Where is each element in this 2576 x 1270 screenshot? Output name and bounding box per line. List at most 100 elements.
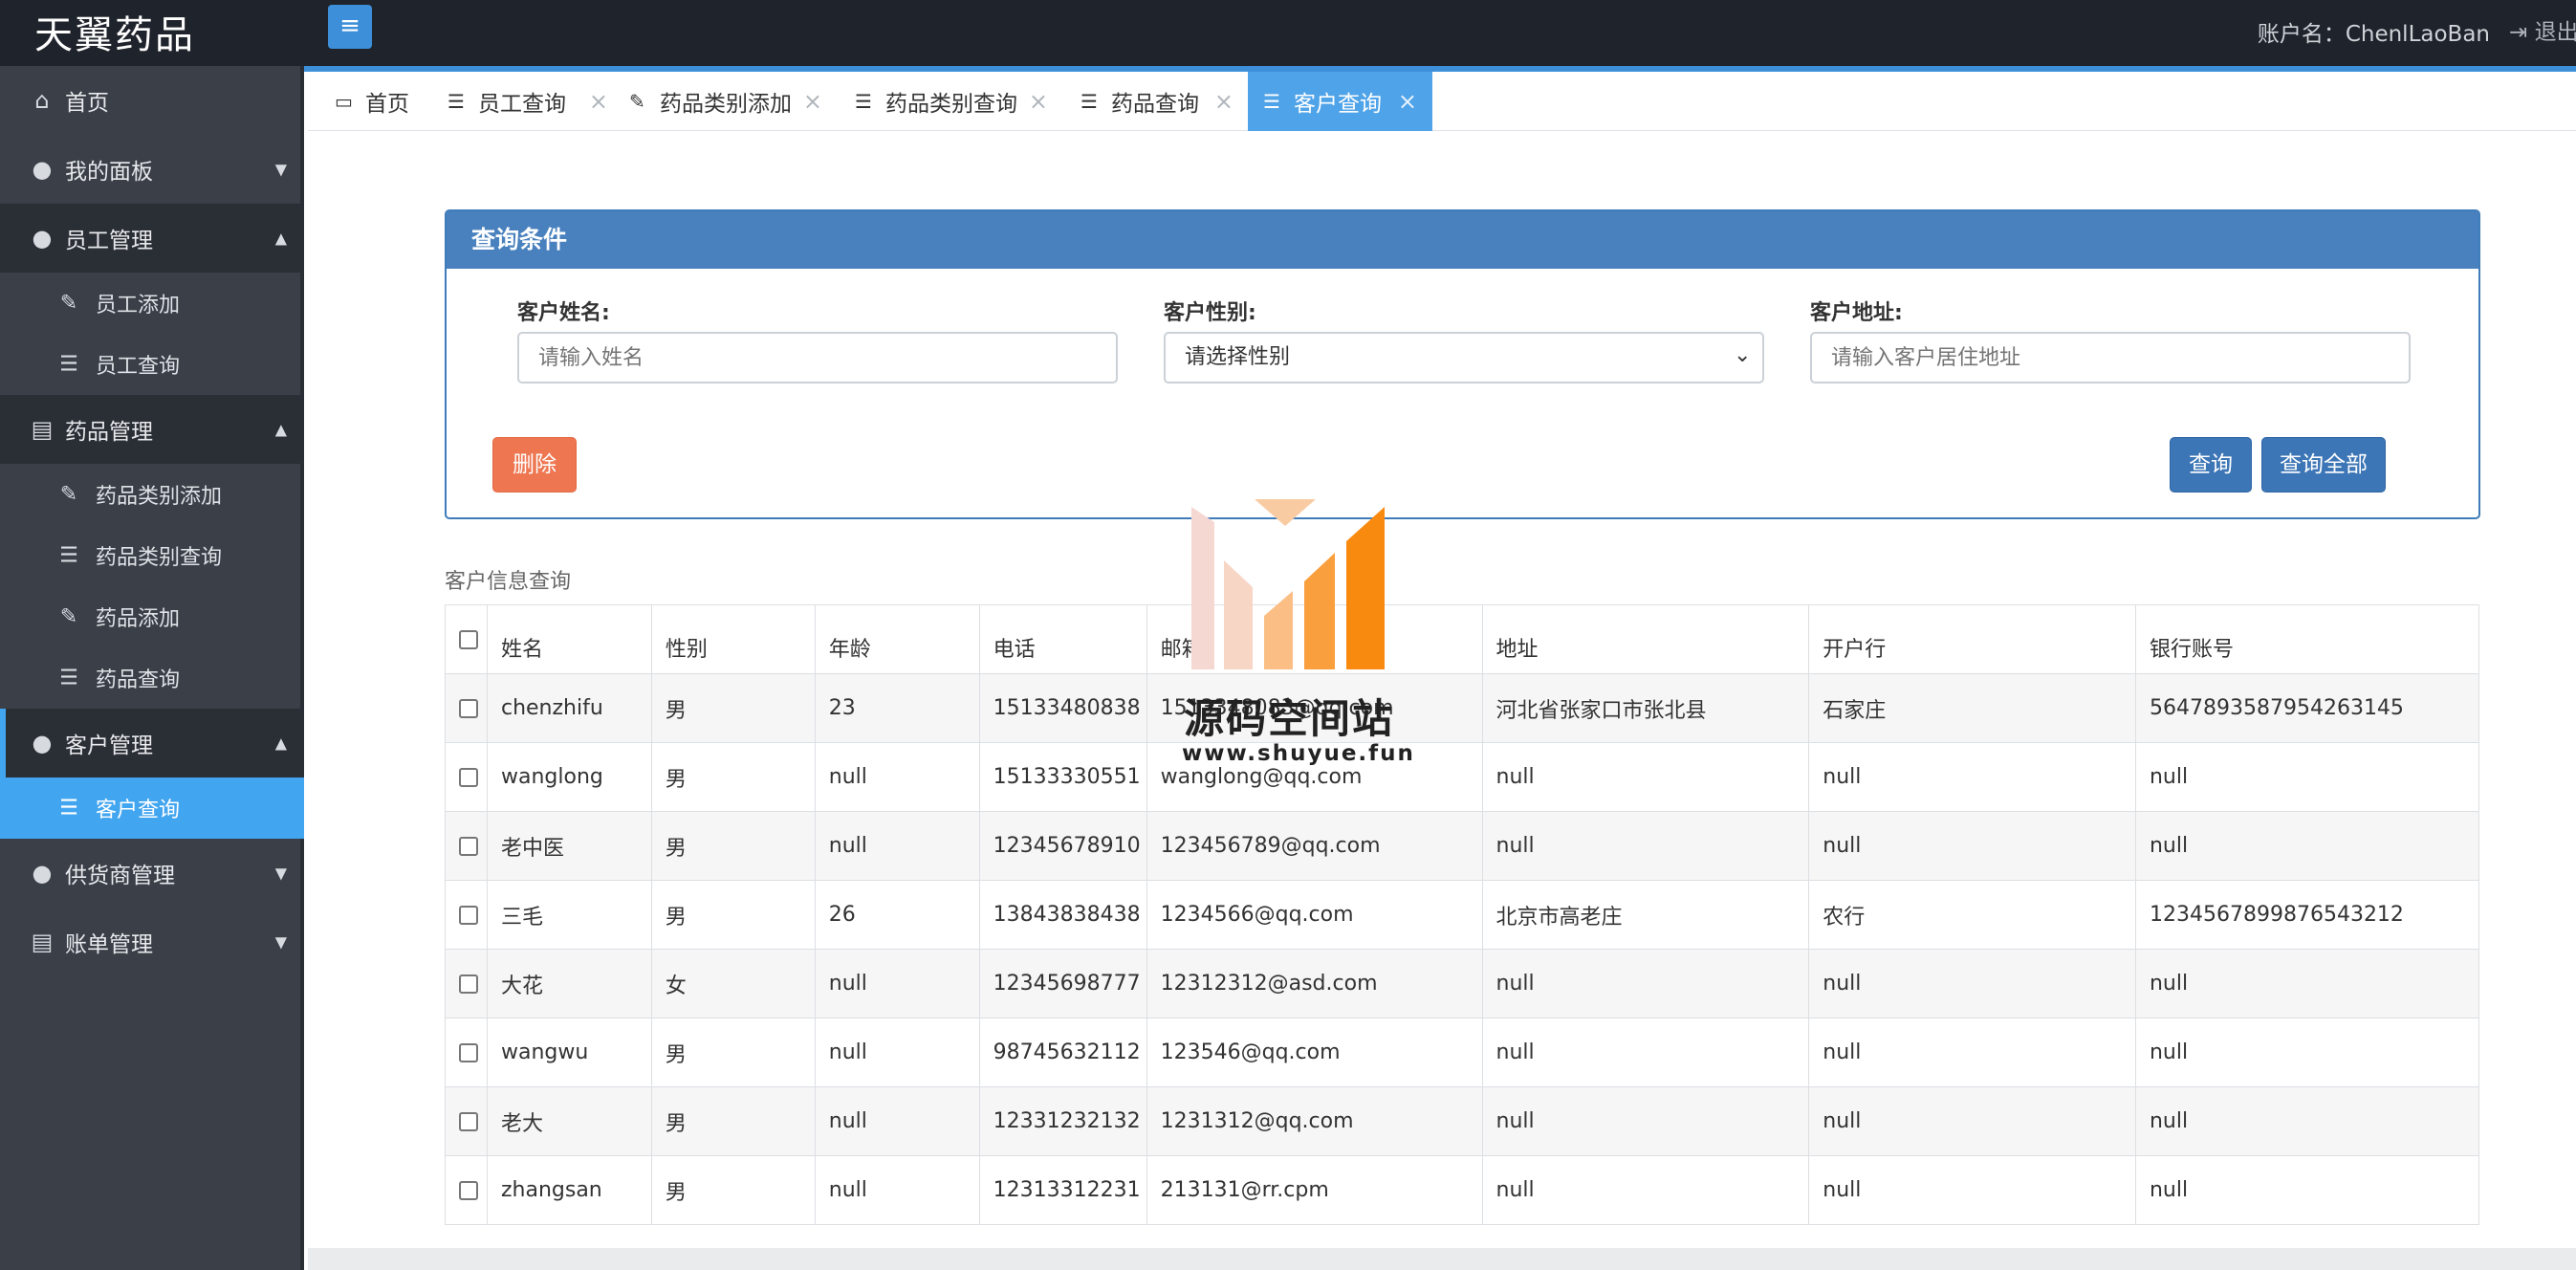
account-name: 账户名：ChenlLaoBan <box>2257 22 2490 47</box>
list-icon: ☰ <box>59 796 78 821</box>
sidebar-item-drug-category-add[interactable]: ✎ 药品类别添加 <box>0 464 304 525</box>
table-cell: null <box>1481 811 1810 881</box>
search-all-button[interactable]: 查询全部 <box>2261 437 2386 493</box>
sidebar-item-staff-management[interactable]: ● 员工管理 ▲ <box>0 204 304 273</box>
table-cell: 大花 <box>486 949 652 1018</box>
tab-home[interactable]: ▭ 首页 <box>335 72 411 131</box>
customer-address-label: 客户地址: <box>1810 301 1903 325</box>
chevron-down-icon: ⌄ <box>1734 343 1752 367</box>
row-checkbox[interactable] <box>459 1043 478 1062</box>
watermark-url: www.shuyue.fun <box>1182 741 1415 766</box>
sidebar-item-customer-query[interactable]: ☰ 客户查询 <box>0 777 304 839</box>
table-cell: 北京市高老庄 <box>1481 880 1810 950</box>
table-row[interactable]: 三毛男 26 13843838438 1234566@qq.com 北京市高老庄 农行 12… <box>445 880 2479 950</box>
column-header[interactable]: 年龄 <box>814 604 980 674</box>
tab-label: 药品类别添加 <box>660 92 792 117</box>
tab-label: 员工查询 <box>478 92 566 117</box>
table-cell: 12312312@asd.com <box>1146 949 1483 1018</box>
table-row[interactable]: 老大男 null 12331232132 1231312@qq.com null null… <box>445 1086 2479 1156</box>
logout-label: 退出 <box>2534 20 2576 45</box>
table-row[interactable]: wangwu 男 null 98745632112 123546@qq.com null n… <box>445 1018 2479 1087</box>
sidebar-item-label: 客户查询 <box>96 799 181 822</box>
sidebar-item-drug-query[interactable]: ☰ 药品查询 <box>0 647 304 709</box>
table-cell: null <box>814 1018 980 1087</box>
table-cell: 男 <box>650 1086 816 1156</box>
column-header[interactable]: 银行账号 <box>2134 604 2479 674</box>
customer-address-input[interactable] <box>1810 332 2411 383</box>
delete-button[interactable]: 删除 <box>492 437 577 493</box>
table-row[interactable]: zhangsan 男 null 12313312231 213131@rr.cpm nul… <box>445 1155 2479 1225</box>
tab-staff-query[interactable]: ☰ 员工查询 × <box>448 72 608 131</box>
tab-drug-category-add[interactable]: ✎ 药品类别添加 × <box>629 72 822 131</box>
menu-toggle-button[interactable]: ≡ <box>328 5 372 49</box>
customer-name-label: 客户姓名: <box>517 301 610 325</box>
table-cell: 1234567899876543212 <box>2134 880 2479 950</box>
logout-icon: ⇥ <box>2509 20 2528 45</box>
tab-bar: ▭ 首页 ☰ 员工查询 × ✎ 药品类别添加 × ☰ 药品类别查询 × ☰ 药品… <box>308 72 2576 131</box>
table-cell: null <box>814 1086 980 1156</box>
table-cell: 男 <box>650 880 816 950</box>
column-header[interactable]: 姓名 <box>486 604 652 674</box>
select-all-checkbox[interactable] <box>459 630 478 649</box>
tab-drug-category-query[interactable]: ☰ 药品类别查询 × <box>855 72 1048 131</box>
table-row[interactable]: 大花女 null 12345698777 12312312@asd.com null nu… <box>445 949 2479 1018</box>
customer-name-input[interactable] <box>517 332 1118 383</box>
sidebar-item-staff-add[interactable]: ✎ 员工添加 <box>0 273 304 334</box>
sidebar-item-drug-management[interactable]: ▤ 药品管理 ▲ <box>0 395 304 464</box>
close-icon[interactable]: × <box>1029 88 1048 115</box>
sidebar-item-supplier-management[interactable]: ● 供货商管理 ▼ <box>0 839 304 908</box>
row-checkbox[interactable] <box>459 1112 478 1131</box>
table-row[interactable]: wanglong 男 null 15133330551 wanglong@qq.com n… <box>445 742 2479 812</box>
sidebar-item-staff-query[interactable]: ☰ 员工查询 <box>0 334 304 395</box>
table-cell: null <box>1808 1155 2136 1225</box>
table-cell: 男 <box>650 1155 816 1225</box>
column-header[interactable]: 电话 <box>978 604 1147 674</box>
search-button[interactable]: 查询 <box>2170 437 2252 493</box>
row-checkbox[interactable] <box>459 1181 478 1200</box>
column-header[interactable]: 邮箱 <box>1146 604 1483 674</box>
edit-icon: ✎ <box>629 90 645 113</box>
customer-gender-select[interactable]: 请选择性别 <box>1164 332 1764 383</box>
table-row[interactable]: 老中医男 null 12345678910 123456789@qq.com null n… <box>445 811 2479 881</box>
column-header[interactable]: 开户行 <box>1808 604 2136 674</box>
table-cell: null <box>1808 1018 2136 1087</box>
sidebar-item-my-panel[interactable]: ● 我的面板 ▼ <box>0 135 304 204</box>
table-cell: null <box>1481 742 1810 812</box>
table-cell: 农行 <box>1808 880 2136 950</box>
sidebar-item-label: 药品类别查询 <box>96 546 223 570</box>
table-cell: 12345678910 <box>978 811 1147 881</box>
logout-link[interactable]: ⇥ 退出 <box>2509 13 2576 46</box>
sidebar-item-label: 药品类别添加 <box>96 485 223 509</box>
table-cell: 12345698777 <box>978 949 1147 1018</box>
table-cell: 男 <box>650 742 816 812</box>
sidebar-item-customer-management[interactable]: ● 客户管理 ▲ <box>0 709 304 777</box>
table-cell: 15133330551 <box>978 742 1147 812</box>
edit-icon: ✎ <box>59 604 78 629</box>
close-icon[interactable]: × <box>1398 88 1417 115</box>
table-header-row: 姓名 性别 年龄 电话 邮箱 地址 开户行 银行账号 <box>445 604 2479 674</box>
row-checkbox[interactable] <box>459 974 478 994</box>
table-cell: zhangsan <box>486 1155 652 1225</box>
close-icon[interactable]: × <box>803 88 822 115</box>
horizontal-scrollbar[interactable] <box>308 1248 2576 1270</box>
table-row[interactable]: chenzhifu 男 23 15133480838 1513348083@qq.com… <box>445 673 2479 743</box>
gender-selected-value: 请选择性别 <box>1185 345 1291 369</box>
row-checkbox[interactable] <box>459 906 478 925</box>
tab-label: 药品查询 <box>1111 92 1199 117</box>
column-header[interactable]: 地址 <box>1481 604 1810 674</box>
table-cell: 12331232132 <box>978 1086 1147 1156</box>
chevron-up-icon: ▲ <box>274 420 287 439</box>
sidebar-item-bill-management[interactable]: ▤ 账单管理 ▼ <box>0 908 304 976</box>
sidebar-item-home[interactable]: ⌂ 首页 <box>0 66 304 135</box>
close-icon[interactable]: × <box>589 88 608 115</box>
sidebar-item-label: 供货商管理 <box>65 864 175 888</box>
sidebar-item-drug-category-query[interactable]: ☰ 药品类别查询 <box>0 525 304 586</box>
tab-drug-query[interactable]: ☰ 药品查询 × <box>1081 72 1233 131</box>
row-checkbox[interactable] <box>459 837 478 856</box>
tab-customer-query[interactable]: ☰ 客户查询 × <box>1248 72 1432 131</box>
row-checkbox[interactable] <box>459 699 478 718</box>
close-icon[interactable]: × <box>1214 88 1233 115</box>
column-header[interactable]: 性别 <box>650 604 816 674</box>
sidebar-item-drug-add[interactable]: ✎ 药品添加 <box>0 586 304 647</box>
row-checkbox[interactable] <box>459 768 478 787</box>
